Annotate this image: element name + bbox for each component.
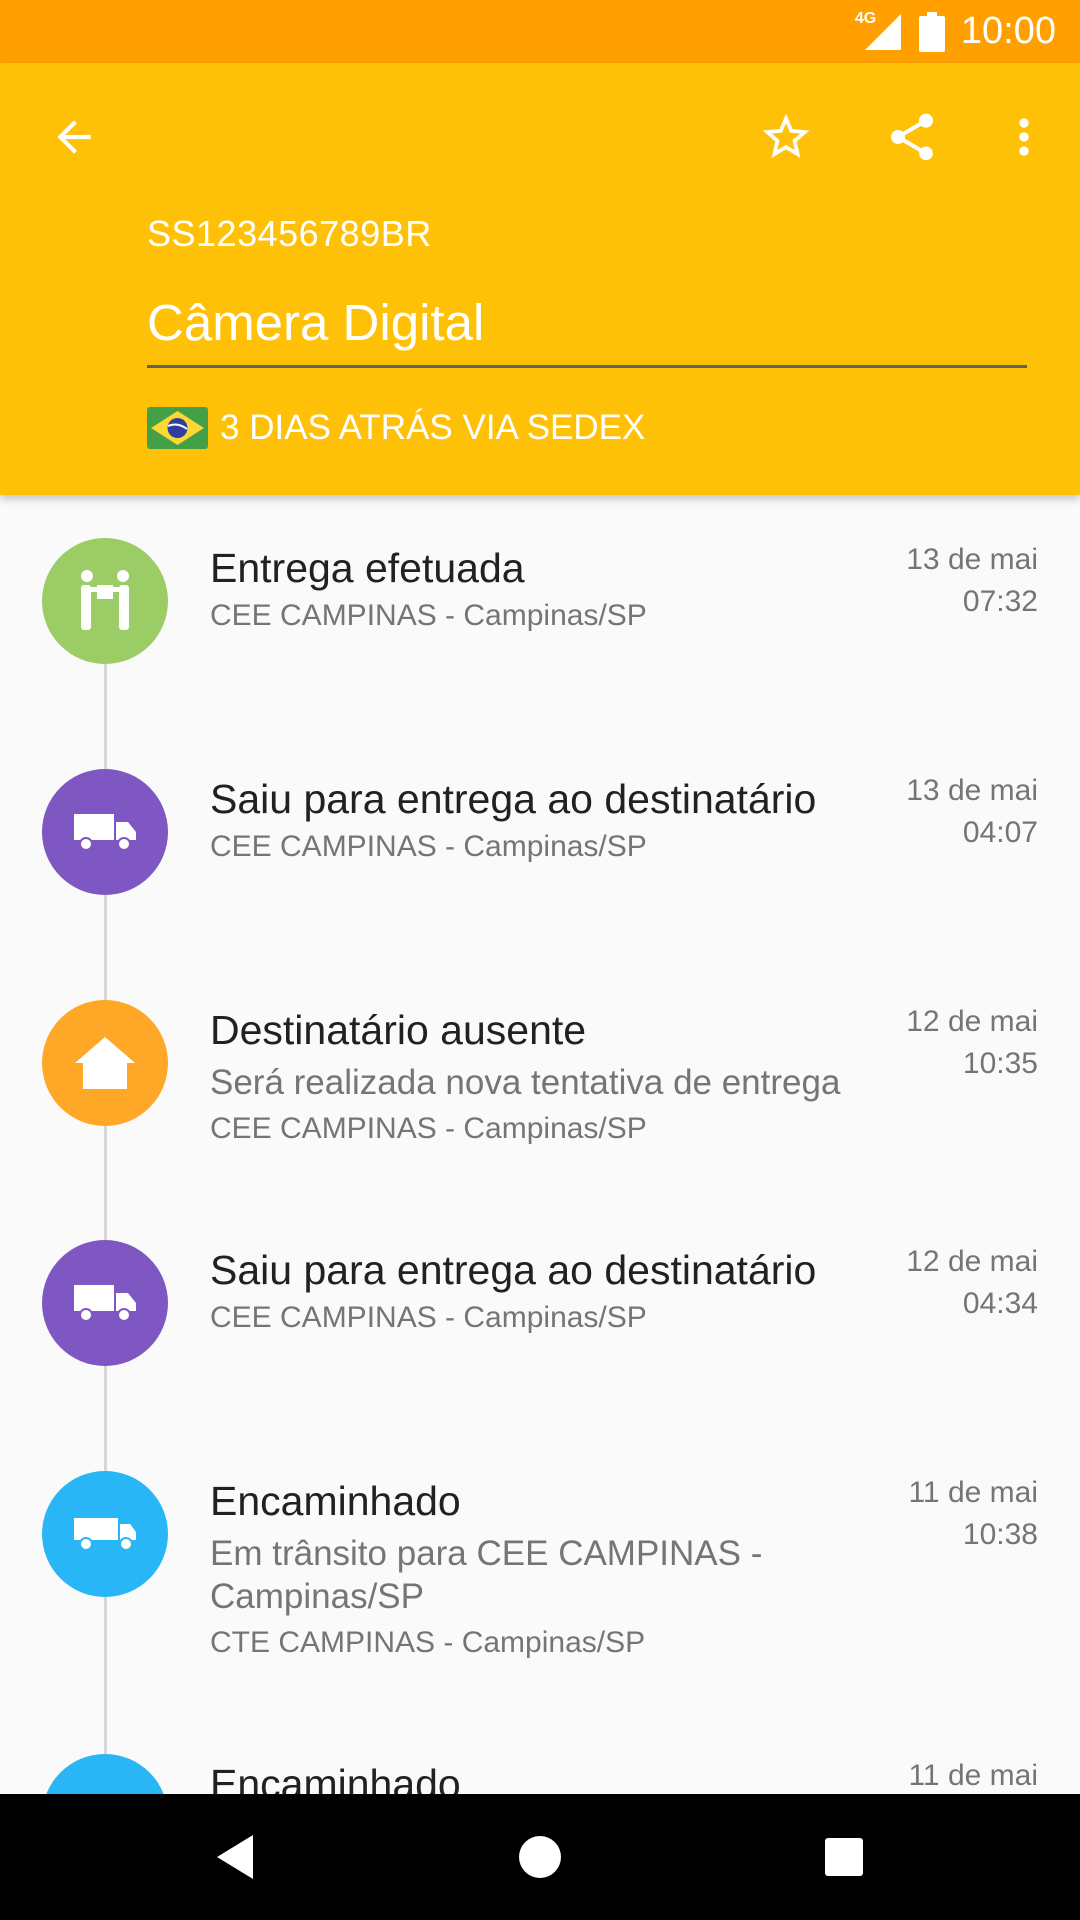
event-title: Destinatário ausente bbox=[210, 1007, 587, 1053]
event-status-badge bbox=[42, 1000, 168, 1126]
event-title: Saiu para entrega ao destinatário bbox=[210, 1247, 817, 1293]
package-name-text: Câmera Digital bbox=[147, 294, 485, 351]
event-location: CEE CAMPINAS - Campinas/SP bbox=[210, 599, 647, 632]
event-title: Saiu para entrega ao destinatário bbox=[210, 776, 817, 822]
event-location: CEE CAMPINAS - Campinas/SP bbox=[210, 1112, 647, 1145]
more-options-button[interactable] bbox=[990, 103, 1058, 171]
delivered-icon bbox=[81, 570, 129, 630]
share-icon bbox=[891, 113, 933, 161]
more-vert-icon bbox=[1019, 118, 1029, 156]
shipment-meta-text: 3 DIAS ATRÁS VIA SEDEX bbox=[220, 408, 646, 447]
battery-icon bbox=[918, 11, 945, 52]
arrow-back-icon bbox=[57, 120, 91, 154]
event-status-badge bbox=[42, 1754, 168, 1795]
status-bar: 4G 10:00 bbox=[0, 0, 1080, 63]
nav-home-icon bbox=[519, 1836, 561, 1878]
signal-icon bbox=[864, 13, 901, 50]
brazil-flag-icon bbox=[147, 407, 208, 449]
event-date: 13 de mai bbox=[906, 774, 1038, 807]
event-details: Será realizada nova tentativa de entrega bbox=[210, 1063, 841, 1102]
back-button[interactable] bbox=[40, 103, 108, 171]
event-time: 10:38 bbox=[962, 1518, 1038, 1551]
nav-recents-icon bbox=[825, 1838, 863, 1876]
system-navigation-bar bbox=[0, 1794, 1080, 1920]
delivery-truck-icon bbox=[74, 1285, 136, 1322]
event-date: 12 de mai bbox=[906, 1005, 1038, 1038]
event-location: CEE CAMPINAS - Campinas/SP bbox=[210, 830, 647, 863]
event-location: CEE CAMPINAS - Campinas/SP bbox=[210, 1301, 647, 1334]
app-bar: SS123456789BR Câmera Digital 3 DIAS ATRÁ… bbox=[0, 63, 1080, 495]
event-date: 13 de mai bbox=[906, 543, 1038, 576]
event-time: 04:34 bbox=[962, 1287, 1038, 1320]
star-outline-icon bbox=[762, 113, 810, 158]
event-status-badge bbox=[42, 1240, 168, 1366]
event-title: Encaminhado bbox=[210, 1478, 461, 1524]
nav-recents-button[interactable] bbox=[781, 1794, 907, 1920]
event-title: Encaminhado bbox=[210, 1761, 461, 1795]
event-status-badge bbox=[42, 538, 168, 664]
home-icon bbox=[75, 1037, 135, 1089]
network-indicator: 4G bbox=[855, 10, 903, 52]
event-location: CTE CAMPINAS - Campinas/SP bbox=[210, 1626, 646, 1659]
event-title: Entrega efetuada bbox=[210, 545, 525, 591]
nav-home-button[interactable] bbox=[477, 1794, 603, 1920]
event-details: Em trânsito para CEE CAMPINAS - Campinas… bbox=[210, 1534, 763, 1616]
event-date: 11 de mai bbox=[908, 1759, 1038, 1792]
nav-back-icon bbox=[217, 1835, 253, 1879]
tracking-timeline: Entrega efetuada CEE CAMPINAS - Campinas… bbox=[0, 495, 1080, 1795]
event-status-badge bbox=[42, 1471, 168, 1597]
clock: 10:00 bbox=[960, 10, 1056, 52]
tracking-code: SS123456789BR bbox=[147, 213, 432, 254]
event-status-badge bbox=[42, 769, 168, 895]
transit-truck-icon bbox=[74, 1518, 136, 1551]
event-date: 12 de mai bbox=[906, 1245, 1038, 1278]
nav-back-button[interactable] bbox=[172, 1794, 298, 1920]
favorite-button[interactable] bbox=[752, 103, 820, 171]
delivery-truck-icon bbox=[74, 814, 136, 851]
event-time: 04:07 bbox=[962, 816, 1038, 849]
shipment-meta: 3 DIAS ATRÁS VIA SEDEX bbox=[147, 406, 645, 450]
event-time: 07:32 bbox=[962, 585, 1038, 618]
share-button[interactable] bbox=[878, 103, 946, 171]
event-date: 11 de mai bbox=[908, 1476, 1038, 1509]
package-name-field[interactable]: Câmera Digital bbox=[147, 285, 1027, 368]
event-time: 10:35 bbox=[962, 1047, 1038, 1080]
